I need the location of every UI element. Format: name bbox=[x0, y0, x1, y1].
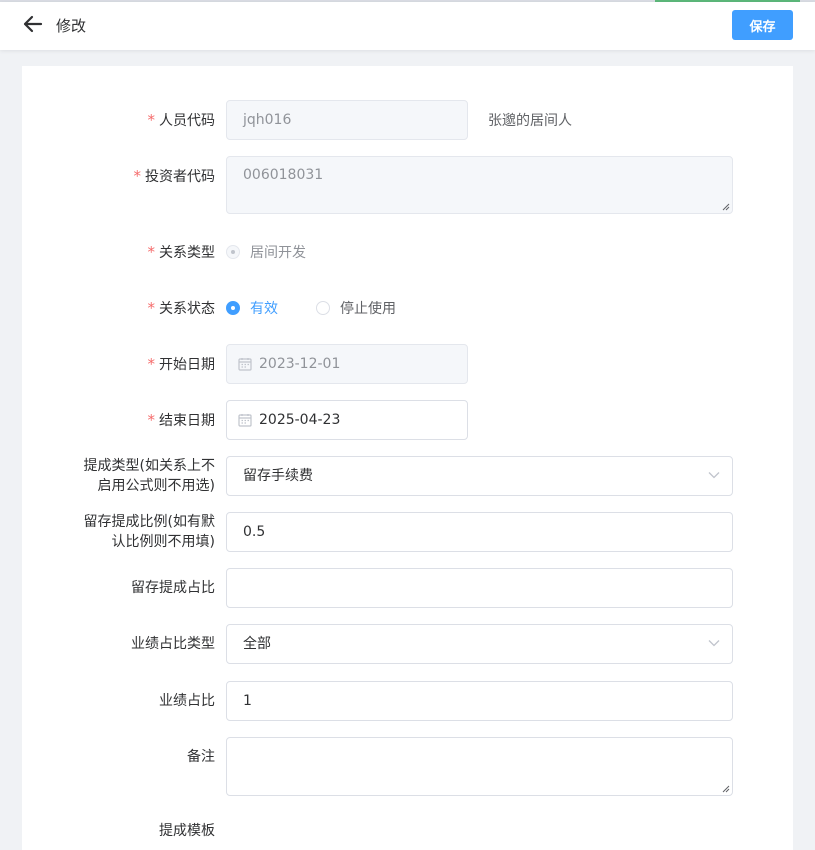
required-mark: * bbox=[147, 243, 156, 261]
perf-share-input[interactable]: 1 bbox=[226, 681, 733, 721]
calendar-icon bbox=[238, 358, 252, 371]
form-row-relation-status: * 关系状态 有效 停止使用 bbox=[22, 298, 793, 318]
relation-type-label: * 关系类型 bbox=[147, 243, 216, 261]
remark-textarea[interactable] bbox=[226, 737, 733, 796]
form-row-commission-type: 提成类型(如关系上不 启用公式则不用选) 留存手续费 bbox=[22, 456, 793, 496]
remark-label: 备注 bbox=[187, 749, 215, 765]
relation-type-option-label: 居间开发 bbox=[250, 245, 306, 261]
start-date-value: 2023-12-01 bbox=[259, 356, 341, 372]
required-mark: * bbox=[147, 411, 156, 429]
start-date-picker[interactable]: 2023-12-01 bbox=[226, 344, 468, 384]
form-row-investor-code: * 投资者代码 006018031 bbox=[22, 156, 793, 214]
radio-dot-icon bbox=[226, 301, 240, 315]
retain-share-input[interactable] bbox=[226, 568, 733, 608]
status-valid-label: 有效 bbox=[250, 301, 278, 317]
arrow-left-icon[interactable] bbox=[22, 14, 44, 34]
form-row-perf-share: 业绩占比 1 bbox=[22, 681, 793, 721]
status-stopped-label: 停止使用 bbox=[340, 301, 396, 317]
radio-dot-icon bbox=[316, 301, 330, 315]
resize-grip-icon[interactable] bbox=[722, 785, 730, 793]
form-row-person-code: * 人员代码 jqh016 张邈的居间人 bbox=[22, 100, 793, 140]
commission-template-label: 提成模板 bbox=[159, 823, 215, 839]
investor-code-label: * 投资者代码 bbox=[133, 167, 216, 185]
form-row-commission-template: 提成模板 bbox=[22, 821, 793, 841]
chevron-down-icon bbox=[708, 640, 720, 647]
resize-grip-icon[interactable] bbox=[722, 203, 730, 211]
commission-type-select[interactable]: 留存手续费 bbox=[226, 456, 733, 496]
perf-share-type-select[interactable]: 全部 bbox=[226, 624, 733, 664]
end-date-value: 2025-04-23 bbox=[259, 412, 341, 428]
end-date-picker[interactable]: 2025-04-23 bbox=[226, 400, 468, 440]
form-row-perf-share-type: 业绩占比类型 全部 bbox=[22, 624, 793, 664]
edit-form-card: * 人员代码 jqh016 张邈的居间人 * 投资者代码 006018031 * 关系… bbox=[22, 66, 793, 850]
person-code-input[interactable]: jqh016 bbox=[226, 100, 468, 140]
required-mark: * bbox=[147, 111, 156, 129]
start-date-label: * 开始日期 bbox=[147, 355, 216, 373]
perf-share-type-label: 业绩占比类型 bbox=[131, 636, 215, 652]
required-mark: * bbox=[147, 299, 156, 317]
calendar-icon bbox=[238, 414, 252, 427]
form-row-retain-share: 留存提成占比 bbox=[22, 568, 793, 608]
form-row-end-date: * 结束日期 2025-04-23 bbox=[22, 400, 793, 440]
retain-share-label: 留存提成占比 bbox=[131, 580, 215, 596]
commission-type-label: 提成类型(如关系上不 启用公式则不用选) bbox=[83, 458, 215, 494]
form-row-remark: 备注 bbox=[22, 737, 793, 796]
status-radio-stopped[interactable]: 停止使用 bbox=[316, 298, 396, 318]
save-button[interactable]: 保存 bbox=[732, 10, 793, 40]
commission-type-value: 留存手续费 bbox=[243, 468, 313, 484]
investor-code-value: 006018031 bbox=[243, 167, 324, 183]
investor-code-textarea[interactable]: 006018031 bbox=[226, 156, 733, 214]
person-code-hint: 张邈的居间人 bbox=[488, 113, 572, 129]
required-mark: * bbox=[133, 167, 142, 185]
retain-ratio-input[interactable]: 0.5 bbox=[226, 512, 733, 552]
radio-dot-icon bbox=[226, 245, 240, 259]
end-date-label: * 结束日期 bbox=[147, 411, 216, 429]
form-row-retain-ratio: 留存提成比例(如有默 认比例则不用填) 0.5 bbox=[22, 512, 793, 552]
relation-status-label: * 关系状态 bbox=[147, 299, 216, 317]
form-row-relation-type: * 关系类型 居间开发 bbox=[22, 242, 793, 262]
required-mark: * bbox=[147, 355, 156, 373]
chevron-down-icon bbox=[708, 472, 720, 479]
form-row-start-date: * 开始日期 2023-12-01 bbox=[22, 344, 793, 384]
relation-type-radio-option[interactable]: 居间开发 bbox=[226, 242, 306, 262]
page-header: 修改 保存 bbox=[0, 2, 815, 50]
perf-share-type-value: 全部 bbox=[243, 636, 271, 652]
person-code-label: * 人员代码 bbox=[147, 111, 216, 129]
page-title: 修改 bbox=[56, 17, 87, 35]
retain-ratio-label: 留存提成比例(如有默 认比例则不用填) bbox=[83, 514, 215, 550]
status-radio-valid[interactable]: 有效 bbox=[226, 298, 278, 318]
perf-share-label: 业绩占比 bbox=[159, 693, 215, 709]
